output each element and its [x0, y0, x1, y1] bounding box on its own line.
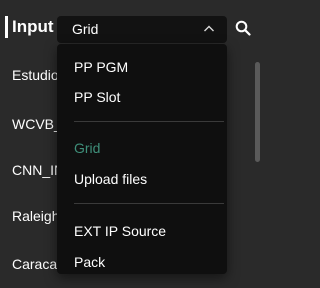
- list-scrollbar[interactable]: [255, 62, 260, 162]
- chevron-up-icon: [204, 25, 214, 32]
- select-value: Grid: [72, 21, 99, 37]
- input-type-select[interactable]: Grid: [57, 16, 227, 43]
- menu-item-pp-slot[interactable]: PP Slot: [74, 89, 120, 106]
- menu-item-ext-ip-source[interactable]: EXT IP Source: [74, 223, 166, 240]
- input-type-dropdown: PP PGM PP Slot Grid Upload files EXT IP …: [57, 44, 227, 274]
- search-icon[interactable]: [235, 20, 251, 36]
- panel-title: Input: [12, 17, 54, 36]
- menu-item-pp-pgm[interactable]: PP PGM: [74, 59, 128, 76]
- menu-item-grid[interactable]: Grid: [74, 140, 100, 157]
- header-accent-bar: [5, 16, 8, 38]
- menu-divider: [74, 203, 224, 204]
- menu-item-pack[interactable]: Pack: [74, 254, 105, 271]
- menu-item-upload-files[interactable]: Upload files: [74, 171, 147, 188]
- menu-divider: [74, 121, 224, 122]
- input-panel: Input Grid Estudio_ WCVB_F CNN_IN Raleig…: [0, 0, 263, 288]
